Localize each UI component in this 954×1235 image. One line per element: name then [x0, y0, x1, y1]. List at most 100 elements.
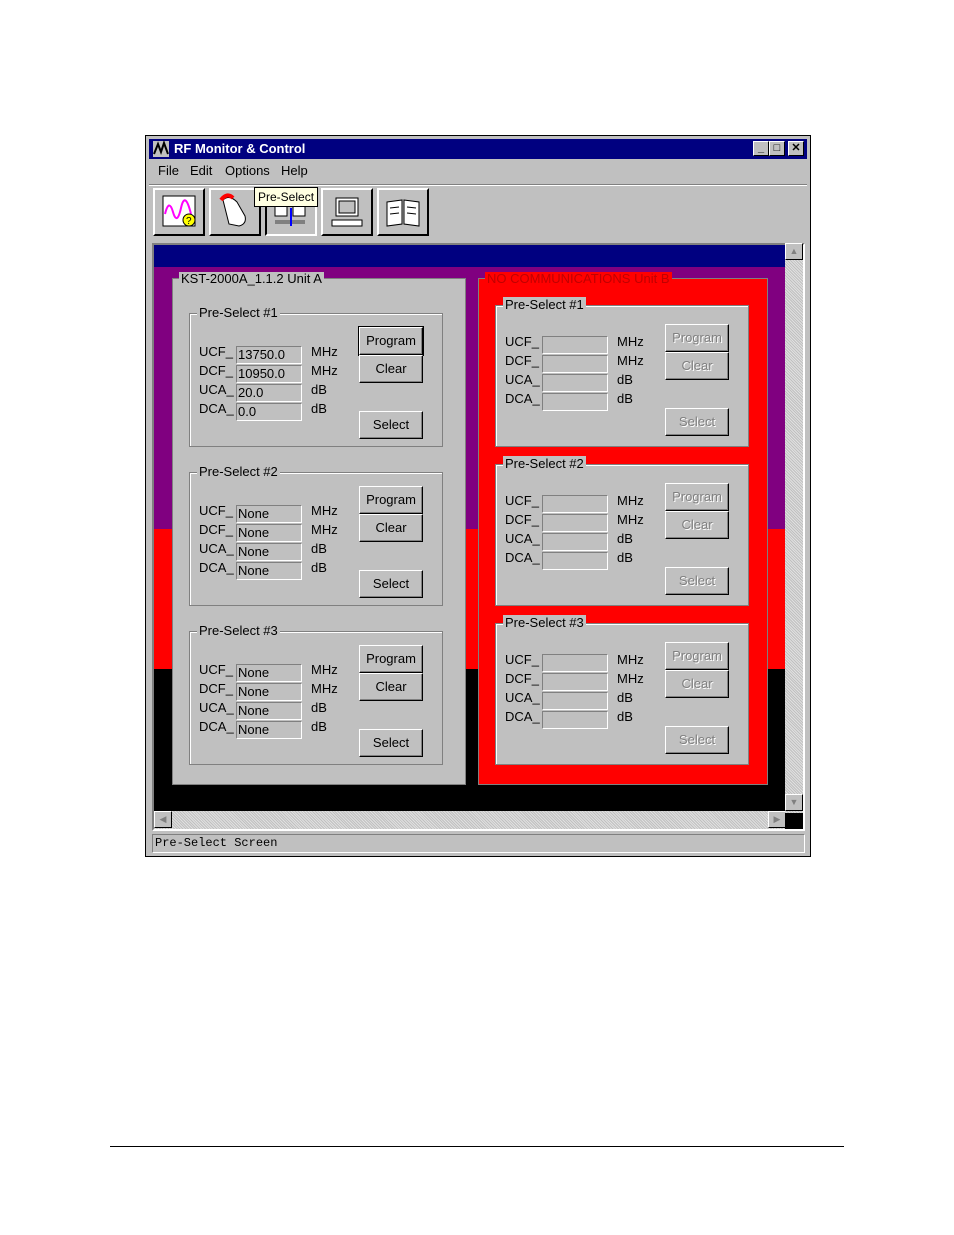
uca-label: UCA_	[199, 700, 234, 715]
header-band	[154, 245, 785, 267]
dca-label: DCA_	[199, 401, 234, 416]
unit-b-panel: NO COMMUNICATIONS Unit B Pre-Select #1 U…	[478, 272, 768, 785]
select-button[interactable]: Select	[359, 411, 423, 439]
uca-field[interactable]: 20.0	[236, 384, 302, 402]
dcf-label: DCF_	[199, 522, 233, 537]
uca-label: UCA_	[505, 372, 540, 387]
mhz-unit: MHz	[617, 671, 644, 686]
uca-field	[542, 692, 608, 710]
group-label: Pre-Select #3	[503, 615, 586, 631]
db-unit: dB	[617, 690, 633, 705]
toolbar-separator	[149, 184, 807, 186]
program-button: Program	[665, 324, 729, 352]
dca-field[interactable]: None	[236, 721, 302, 739]
menu-edit[interactable]: Edit	[190, 163, 212, 178]
menu-options[interactable]: Options	[225, 163, 270, 178]
ucf-field	[542, 495, 608, 513]
app-icon	[153, 140, 169, 157]
spectrum-tool-button[interactable]: ?	[153, 188, 205, 236]
db-unit: dB	[311, 560, 327, 575]
dcf-field	[542, 673, 608, 691]
uca-label: UCA_	[199, 382, 234, 397]
dcf-label: DCF_	[199, 681, 233, 696]
maximize-button[interactable]: □	[769, 141, 785, 156]
select-button[interactable]: Select	[359, 729, 423, 757]
group-label: Pre-Select #1	[503, 297, 586, 313]
close-button[interactable]: ✕	[788, 141, 804, 156]
minimize-button[interactable]: _	[753, 141, 769, 156]
scroll-up-icon[interactable]: ▲	[785, 243, 803, 260]
db-unit: dB	[617, 531, 633, 546]
uca-field	[542, 374, 608, 392]
program-button: Program	[665, 483, 729, 511]
db-unit: dB	[311, 541, 327, 556]
rf-monitor-window: RF Monitor & Control _ □ ✕ File Edit Opt…	[145, 135, 811, 857]
clear-button[interactable]: Clear	[359, 673, 423, 701]
mhz-unit: MHz	[617, 493, 644, 508]
mhz-unit: MHz	[311, 662, 338, 677]
db-unit: dB	[311, 700, 327, 715]
uca-field[interactable]: None	[236, 702, 302, 720]
dcf-label: DCF_	[505, 671, 539, 686]
dca-field[interactable]: None	[236, 562, 302, 580]
dca-label: DCA_	[505, 709, 540, 724]
title-bar[interactable]: RF Monitor & Control _ □ ✕	[149, 139, 807, 159]
clear-button[interactable]: Clear	[359, 514, 423, 542]
clear-button[interactable]: Clear	[359, 355, 423, 383]
ucf-label: UCF_	[505, 493, 539, 508]
dcf-field[interactable]: 10950.0	[236, 365, 302, 383]
program-button[interactable]: Program	[359, 486, 423, 514]
dcf-field[interactable]: None	[236, 683, 302, 701]
menu-file[interactable]: File	[158, 163, 179, 178]
menu-help[interactable]: Help	[281, 163, 308, 178]
ucf-field[interactable]: None	[236, 664, 302, 682]
unit-a-preselect-3: Pre-Select #3 UCF_ DCF_ UCA_ DCA_ None N…	[189, 623, 443, 765]
scroll-right-icon[interactable]: ▶	[768, 811, 786, 828]
select-button: Select	[665, 567, 729, 595]
unit-a-title: KST-2000A_1.1.2 Unit A	[179, 271, 324, 286]
ucf-field[interactable]: None	[236, 505, 302, 523]
mhz-unit: MHz	[311, 681, 338, 696]
mhz-unit: MHz	[617, 652, 644, 667]
dcf-field	[542, 355, 608, 373]
dcf-field[interactable]: None	[236, 524, 302, 542]
ucf-label: UCF_	[505, 334, 539, 349]
ucf-label: UCF_	[505, 652, 539, 667]
unit-b-title: NO COMMUNICATIONS Unit B	[485, 271, 672, 286]
db-unit: dB	[617, 391, 633, 406]
select-button: Select	[665, 726, 729, 754]
uca-field	[542, 533, 608, 551]
ucf-field	[542, 336, 608, 354]
status-bar: Pre-Select Screen	[152, 834, 805, 853]
db-unit: dB	[617, 550, 633, 565]
dca-label: DCA_	[199, 560, 234, 575]
horizontal-scrollbar[interactable]: ◀ ▶	[154, 811, 786, 829]
unit-a-panel: KST-2000A_1.1.2 Unit A Pre-Select #1 UCF…	[172, 272, 466, 785]
clear-button: Clear	[665, 511, 729, 539]
program-button[interactable]: Program	[359, 645, 423, 673]
clear-button: Clear	[665, 352, 729, 380]
dcf-label: DCF_	[199, 363, 233, 378]
dca-field	[542, 393, 608, 411]
ucf-field[interactable]: 13750.0	[236, 346, 302, 364]
program-button[interactable]: Program	[358, 326, 424, 356]
manual-tool-button[interactable]	[377, 188, 429, 236]
computer-tool-button[interactable]	[321, 188, 373, 236]
scroll-left-icon[interactable]: ◀	[154, 811, 172, 828]
db-unit: dB	[311, 382, 327, 397]
uca-field[interactable]: None	[236, 543, 302, 561]
page-footer-rule	[110, 1146, 844, 1147]
dca-field	[542, 552, 608, 570]
dca-field[interactable]: 0.0	[236, 403, 302, 421]
unit-a-preselect-1: Pre-Select #1 UCF_ DCF_ UCA_ DCA_ 13750.…	[189, 305, 443, 447]
group-label: Pre-Select #3	[197, 623, 280, 639]
dca-label: DCA_	[505, 550, 540, 565]
dca-field	[542, 711, 608, 729]
program-button: Program	[665, 642, 729, 670]
vertical-scrollbar[interactable]: ▲ ▼	[785, 243, 803, 813]
book-icon	[386, 199, 420, 227]
select-button[interactable]: Select	[359, 570, 423, 598]
hand-pointer-icon	[219, 193, 246, 227]
scroll-down-icon[interactable]: ▼	[785, 794, 803, 811]
mhz-unit: MHz	[617, 512, 644, 527]
